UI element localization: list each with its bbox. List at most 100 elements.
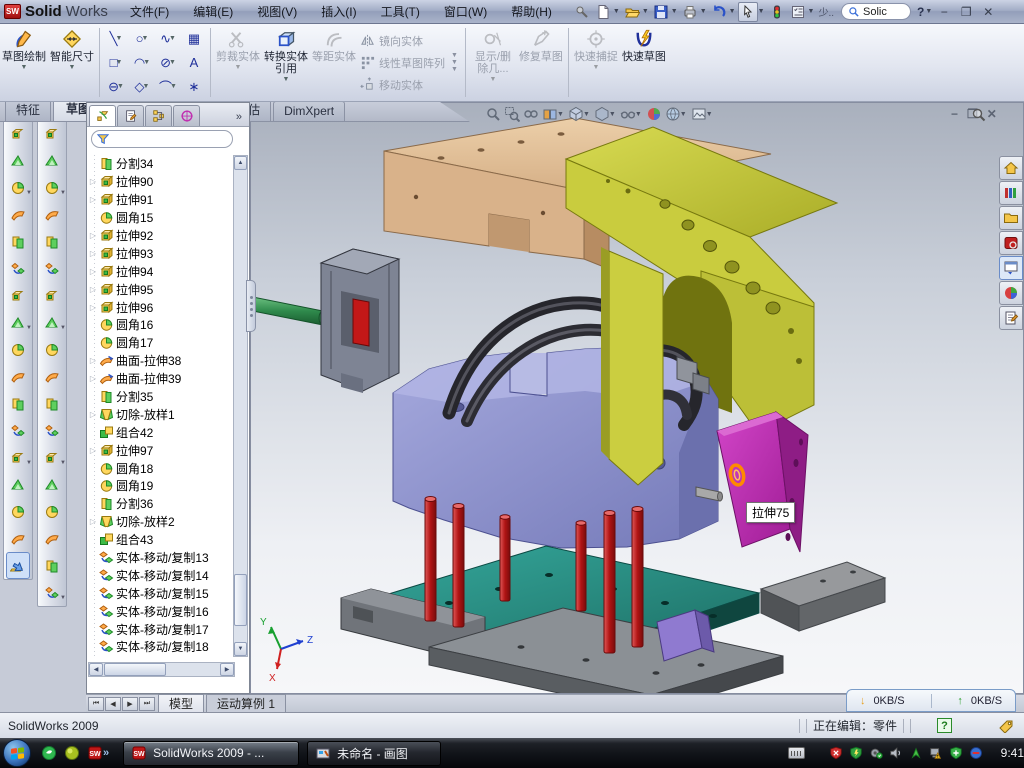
sketch-tool-spline[interactable]: ∿▼: [155, 27, 181, 51]
core-block-purple[interactable]: [393, 347, 723, 548]
tree-filter-input[interactable]: [91, 130, 233, 148]
security-plus-tray-icon[interactable]: [949, 746, 963, 760]
file-explorer-button[interactable]: [999, 206, 1023, 230]
cm-button-move-entities[interactable]: 移动实体: [360, 75, 445, 95]
tree-item[interactable]: 圆角19: [87, 477, 233, 495]
expand-arrow-icon[interactable]: ▷: [87, 249, 99, 258]
cm-button-sketch-draw[interactable]: 草图绘制▼: [0, 24, 48, 101]
display-style-icon[interactable]: ▼: [594, 106, 617, 122]
scroll-right-icon[interactable]: ▶: [220, 663, 234, 676]
curve-button[interactable]: [4, 525, 32, 552]
print-dropdown-icon[interactable]: ▼: [700, 8, 707, 15]
tree-vertical-scrollbar[interactable]: ▲ ▼: [233, 155, 248, 657]
zoom-to-selection-icon[interactable]: [523, 106, 539, 122]
tree-item[interactable]: ▷切除-放样2: [87, 513, 233, 531]
mirror-button[interactable]: [4, 363, 32, 390]
sketch-tool-point[interactable]: ∗: [181, 75, 207, 99]
fillet-surface-button[interactable]: [38, 525, 66, 552]
tree-item[interactable]: 组合42: [87, 423, 233, 441]
surface-extrude-button[interactable]: [38, 120, 66, 147]
menu-item-2[interactable]: 视图(V): [245, 0, 309, 23]
lofted-boss-button[interactable]: [4, 228, 32, 255]
taskbar-window-0[interactable]: SWSolidWorks 2009 - ...: [123, 741, 299, 766]
propertymanager-tab[interactable]: [117, 105, 144, 126]
solidworks-resources-button[interactable]: [999, 156, 1023, 180]
edit-appearance-icon[interactable]: [646, 106, 662, 122]
tree-item[interactable]: ▷拉伸96: [87, 298, 233, 316]
gears-update-tray-icon[interactable]: [869, 746, 883, 760]
sketch-tool-select-box[interactable]: ▦: [181, 27, 207, 51]
sketch-tool-circle[interactable]: ○▼: [129, 27, 155, 51]
tree-item[interactable]: ▷拉伸93: [87, 244, 233, 262]
zoom-area-icon[interactable]: [504, 106, 520, 122]
tree-horizontal-scrollbar[interactable]: ◀ ▶: [88, 662, 235, 677]
fillet-button[interactable]: ▼: [4, 174, 32, 201]
window-restore-button[interactable]: ❐: [955, 5, 977, 19]
open-dropdown-icon[interactable]: ▼: [642, 8, 649, 15]
doc-minimize-icon[interactable]: −: [951, 107, 958, 121]
view-palette-button[interactable]: [999, 256, 1023, 280]
panel-more-tabs-icon[interactable]: »: [231, 111, 247, 126]
featuremanager-tab[interactable]: [89, 105, 116, 126]
network-speed-widget[interactable]: ↓0KB/S ↑0KB/S: [846, 689, 1016, 712]
knit-surface-button[interactable]: [38, 390, 66, 417]
shell-button[interactable]: [4, 255, 32, 282]
model-tab-0[interactable]: 模型: [158, 694, 204, 714]
doc-close-icon[interactable]: ✕: [987, 107, 997, 121]
expand-arrow-icon[interactable]: ▷: [87, 517, 99, 526]
apply-scene-icon[interactable]: ▼: [665, 106, 688, 122]
surface-revolve-button[interactable]: [38, 147, 66, 174]
cm-button-smart-dimension[interactable]: 智能尺寸▼: [48, 24, 96, 101]
ejector-rod-green[interactable]: [253, 297, 327, 325]
tree-item[interactable]: 分割35: [87, 388, 233, 406]
extend-surface-button[interactable]: [38, 336, 66, 363]
tree-item[interactable]: ▷曲面-拉伸39: [87, 370, 233, 388]
deform-button[interactable]: [38, 471, 66, 498]
slider-block-gray[interactable]: [321, 249, 399, 393]
undo-dropdown-icon[interactable]: ▼: [729, 8, 736, 15]
tag-icon[interactable]: [998, 719, 1014, 733]
dimxpertmanager-tab[interactable]: [173, 105, 200, 126]
menu-item-6[interactable]: 帮助(H): [499, 0, 564, 23]
tree-item[interactable]: 分割36: [87, 495, 233, 513]
taskbar-window-1[interactable]: 未命名 - 画图: [307, 741, 441, 766]
tree-item[interactable]: ▷拉伸91: [87, 191, 233, 209]
surface-sweep-button[interactable]: ▼: [38, 174, 66, 201]
tree-item[interactable]: 实体-移动/复制13: [87, 549, 233, 567]
sheet-nav-1-icon[interactable]: ◀: [105, 697, 121, 711]
tree-item[interactable]: ▷拉伸95: [87, 280, 233, 298]
cm-button-mirror-entities[interactable]: 镜向实体: [360, 31, 445, 51]
expand-arrow-icon[interactable]: ▷: [87, 374, 99, 383]
tree-item[interactable]: ▷拉伸97: [87, 441, 233, 459]
green-shield-tray-icon[interactable]: [849, 746, 863, 760]
toolbox-button[interactable]: [999, 231, 1023, 255]
configurationmanager-tab[interactable]: [145, 105, 172, 126]
sheet-nav-2-icon[interactable]: ▶: [122, 697, 138, 711]
spline-tool-button[interactable]: ▼: [38, 579, 66, 606]
pin-icon[interactable]: [572, 2, 592, 22]
tree-item[interactable]: ▷拉伸94: [87, 262, 233, 280]
heads-up-view-toolbar[interactable]: ▼▼▼▼▼▼: [485, 106, 714, 122]
window-close-button[interactable]: ✕: [977, 5, 999, 19]
tree-item[interactable]: 实体-移动/复制18: [87, 638, 233, 656]
cm-button-repair-sketch[interactable]: 修复草图: [517, 24, 565, 101]
cm-button-linear-sketch-pattern[interactable]: 线性草图阵列: [360, 53, 445, 73]
sketch-tool-text[interactable]: A: [181, 51, 207, 75]
insert-block-magenta[interactable]: [717, 412, 808, 552]
boundary-surface-button[interactable]: [38, 228, 66, 255]
expand-arrow-icon[interactable]: ▷: [87, 285, 99, 294]
save-icon[interactable]: [651, 2, 671, 22]
tree-item[interactable]: 分割34: [87, 155, 233, 173]
sync-blocked-tray-icon[interactable]: [969, 746, 983, 760]
tree-item[interactable]: 圆角15: [87, 209, 233, 227]
section-view-icon[interactable]: ▼: [542, 106, 565, 122]
expand-arrow-icon[interactable]: ▷: [87, 303, 99, 312]
new-document-icon[interactable]: [593, 2, 613, 22]
hole-wizard-button[interactable]: [4, 282, 32, 309]
split-button[interactable]: [4, 336, 32, 363]
sketch-tool-ellipse[interactable]: ⊘▼: [155, 51, 181, 75]
sheet-nav-0-icon[interactable]: ⏮: [88, 697, 104, 711]
tree-item[interactable]: 圆角18: [87, 459, 233, 477]
tree-item[interactable]: 实体-移动/复制17: [87, 620, 233, 638]
zoom-fit-icon[interactable]: [485, 106, 501, 122]
